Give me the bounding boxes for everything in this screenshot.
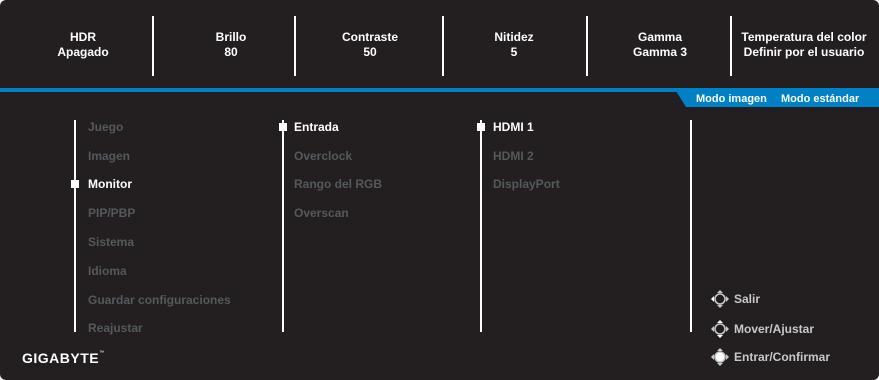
menu-item-game[interactable]: Juego	[88, 120, 123, 134]
submenu-item-input[interactable]: Entrada	[294, 120, 339, 134]
joystick-left-icon	[711, 290, 729, 308]
status-gamma: Gamma Gamma 3	[587, 30, 733, 60]
submenu-item-overclock[interactable]: Overclock	[294, 149, 352, 163]
status-value: 50	[363, 45, 377, 59]
main-menu-divider	[74, 120, 76, 332]
menu-item-picture[interactable]: Imagen	[88, 149, 130, 163]
menu-item-language[interactable]: Idioma	[88, 264, 127, 278]
status-label: HDR	[70, 30, 96, 44]
status-label: Brillo	[215, 30, 247, 44]
option-displayport[interactable]: DisplayPort	[493, 177, 560, 191]
status-value: 5	[510, 45, 518, 59]
status-label: Contraste	[341, 30, 398, 44]
menu-item-monitor[interactable]: Monitor	[88, 177, 132, 191]
selection-marker	[477, 123, 485, 131]
option-hdmi-1[interactable]: HDMI 1	[493, 120, 534, 134]
picture-mode-value: Modo estándar	[781, 93, 860, 105]
status-brightness: Brillo 80	[158, 30, 304, 60]
status-label: Nitidez	[494, 30, 534, 44]
picture-mode-label: Modo imagen	[696, 93, 767, 105]
submenu-item-rgb-range[interactable]: Rango del RGB	[294, 177, 382, 191]
menu-item-save-settings[interactable]: Guardar configuraciones	[88, 293, 231, 307]
picture-mode-badge: Modo imagen Modo estándar	[676, 91, 879, 107]
options-divider	[480, 120, 482, 332]
status-value: Definir por el usuario	[743, 45, 865, 59]
menu-item-reset[interactable]: Reajustar	[88, 321, 143, 335]
gigabyte-logo: GIGABYTE™	[22, 350, 105, 366]
status-divider	[152, 16, 154, 76]
menu-item-system[interactable]: Sistema	[88, 235, 134, 249]
status-divider	[294, 16, 296, 76]
status-color-temperature: Temperatura del color Definir por el usu…	[731, 30, 877, 60]
status-value: Gamma 3	[632, 45, 688, 59]
status-sharpness: Nitidez 5	[441, 30, 587, 60]
status-contrast: Contraste 50	[297, 30, 443, 60]
submenu-item-overscan[interactable]: Overscan	[294, 206, 349, 220]
help-divider	[690, 120, 692, 332]
option-hdmi-2[interactable]: HDMI 2	[493, 149, 534, 163]
menu-item-pip-pbp[interactable]: PIP/PBP	[88, 206, 135, 220]
brand-name: GIGABYTE	[22, 350, 100, 366]
help-label: Entrar/Confirmar	[734, 350, 831, 364]
submenu-divider	[282, 120, 284, 332]
status-value: 80	[224, 45, 238, 59]
status-value: Apagado	[57, 45, 109, 59]
status-label: Temperatura del color	[741, 30, 867, 44]
status-bar: HDR Apagado Brillo 80 Contraste 50 Nitid…	[0, 0, 879, 86]
joystick-updown-icon	[711, 320, 729, 338]
status-label: Gamma	[637, 30, 683, 44]
selection-marker	[71, 180, 79, 188]
joystick-press-icon	[711, 348, 729, 366]
osd-menu: HDR Apagado Brillo 80 Contraste 50 Nitid…	[0, 0, 879, 380]
selection-marker	[279, 123, 287, 131]
status-hdr: HDR Apagado	[10, 30, 156, 60]
help-label: Salir	[734, 292, 761, 306]
help-label: Mover/Ajustar	[734, 322, 815, 336]
